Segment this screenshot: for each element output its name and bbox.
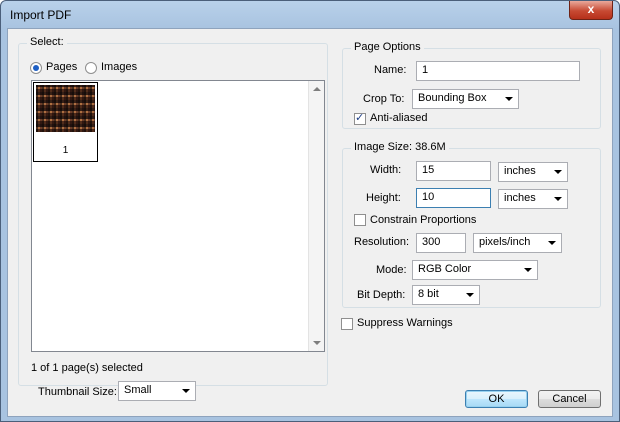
chevron-down-icon (554, 197, 562, 201)
list-scrollbar[interactable] (308, 81, 324, 351)
resolution-field[interactable]: 300 (416, 233, 466, 253)
bit-depth-label: Bit Depth: (357, 289, 406, 301)
thumbnail-size-select[interactable]: Small (118, 381, 196, 401)
pages-radio-label[interactable]: Pages (46, 61, 77, 73)
constrain-proportions-checkbox[interactable] (354, 214, 366, 226)
checkmark-icon: ✓ (355, 112, 365, 124)
chevron-down-icon (524, 268, 532, 272)
anti-aliased-checkbox[interactable]: ✓ (354, 112, 366, 125)
selection-status: 1 of 1 page(s) selected (31, 362, 143, 374)
mode-label: Mode: (376, 264, 407, 276)
width-unit-value: inches (504, 165, 536, 177)
height-unit-value: inches (504, 192, 536, 204)
bit-depth-value: 8 bit (418, 288, 439, 300)
resolution-unit-value: pixels/inch (479, 236, 531, 248)
title-bar[interactable]: Import PDF x (1, 1, 619, 27)
crop-to-label: Crop To: (363, 93, 405, 105)
window-title: Import PDF (10, 8, 72, 22)
import-pdf-dialog: Import PDF x Select: Pages Images 1 1 of… (0, 0, 620, 422)
constrain-proportions-label[interactable]: Constrain Proportions (370, 214, 476, 226)
bit-depth-select[interactable]: 8 bit (412, 285, 480, 305)
suppress-warnings-label[interactable]: Suppress Warnings (357, 317, 453, 329)
chevron-down-icon (505, 97, 513, 101)
page-thumbnail[interactable]: 1 (33, 82, 98, 162)
height-field[interactable]: 10 (416, 188, 491, 208)
select-group: Select: Pages Images 1 1 of 1 page(s) se… (18, 36, 328, 386)
pages-radio[interactable] (30, 62, 42, 74)
anti-aliased-label[interactable]: Anti-aliased (370, 112, 427, 124)
select-legend: Select: (27, 36, 67, 48)
name-field[interactable]: 1 (416, 61, 580, 81)
image-size-legend: Image Size: 38.6M (351, 141, 449, 153)
height-unit-select[interactable]: inches (498, 189, 568, 209)
images-radio[interactable] (85, 62, 97, 74)
page-options-group: Page Options Name: 1 Crop To: Bounding B… (342, 41, 601, 129)
page-thumbnail-list[interactable]: 1 (31, 80, 325, 352)
resolution-label: Resolution: (354, 236, 410, 248)
images-radio-label[interactable]: Images (101, 61, 137, 73)
height-label: Height: (366, 192, 401, 204)
chevron-down-icon (554, 170, 562, 174)
mode-select[interactable]: RGB Color (412, 260, 538, 280)
page-thumbnail-number: 1 (62, 145, 69, 156)
resolution-unit-select[interactable]: pixels/inch (473, 233, 562, 253)
chevron-down-icon (466, 293, 474, 297)
image-size-group: Image Size: 38.6M Width: 15 inches Heigh… (342, 141, 601, 308)
suppress-warnings-checkbox[interactable] (341, 318, 353, 330)
cancel-button[interactable]: Cancel (538, 390, 601, 408)
mode-value: RGB Color (418, 263, 472, 275)
thumbnail-size-value: Small (124, 384, 152, 396)
scroll-down-icon[interactable] (313, 341, 321, 345)
width-label: Width: (370, 164, 402, 176)
crop-to-value: Bounding Box (418, 92, 487, 104)
chevron-down-icon (548, 241, 556, 245)
page-options-legend: Page Options (351, 41, 424, 53)
width-unit-select[interactable]: inches (498, 162, 568, 182)
ok-button[interactable]: OK (465, 390, 528, 408)
crop-to-select[interactable]: Bounding Box (412, 89, 519, 109)
thumbnail-size-label: Thumbnail Size: (38, 386, 117, 398)
name-label: Name: (374, 64, 407, 76)
close-icon[interactable]: x (569, 1, 613, 20)
dialog-body: Select: Pages Images 1 1 of 1 page(s) se… (7, 28, 613, 417)
scroll-up-icon[interactable] (313, 87, 321, 91)
chevron-down-icon (182, 389, 190, 393)
page-thumbnail-image (36, 85, 95, 132)
width-field[interactable]: 15 (416, 161, 491, 181)
radio-selected-dot (33, 65, 39, 71)
